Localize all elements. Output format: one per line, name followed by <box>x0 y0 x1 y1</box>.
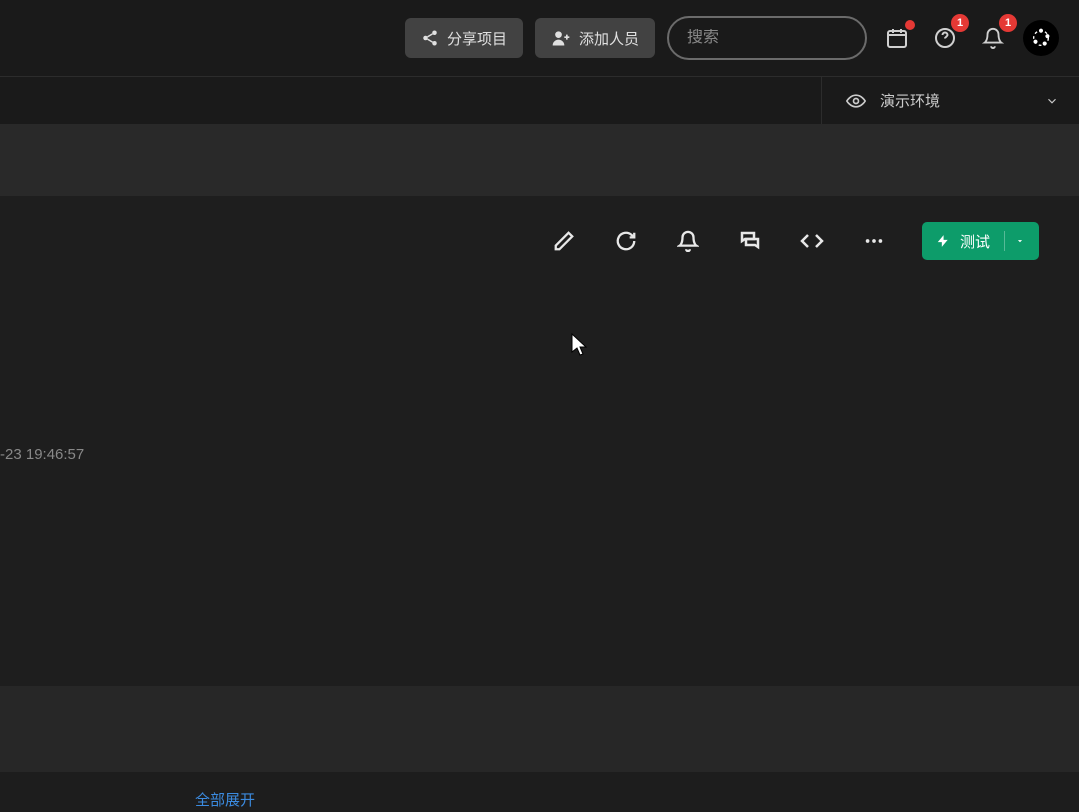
app-logo[interactable] <box>1023 20 1059 56</box>
more-icon <box>863 230 885 252</box>
more-button[interactable] <box>860 227 888 255</box>
test-label: 测试 <box>960 231 990 252</box>
refresh-icon <box>615 230 637 252</box>
comments-button[interactable] <box>736 227 764 255</box>
action-toolbar: 测试 <box>0 196 1079 286</box>
caret-down-icon <box>1015 236 1025 246</box>
notifications-badge: 1 <box>999 14 1017 32</box>
search-input[interactable] <box>687 29 847 47</box>
calendar-badge <box>905 20 915 30</box>
lower-panel <box>0 686 1079 772</box>
share-label: 分享项目 <box>447 28 507 49</box>
top-bar: 分享项目 添加人员 1 1 <box>0 0 1079 76</box>
bell-outline-icon <box>677 230 699 252</box>
logo-icon <box>1030 27 1052 49</box>
refresh-button[interactable] <box>612 227 640 255</box>
chevron-down-icon <box>1045 94 1059 108</box>
bell-icon <box>982 27 1004 49</box>
help-button[interactable]: 1 <box>927 20 963 56</box>
share-icon <box>421 29 439 47</box>
alert-button[interactable] <box>674 227 702 255</box>
edit-button[interactable] <box>550 227 578 255</box>
spacer-section <box>0 124 1079 196</box>
expand-all-link[interactable]: 全部展开 <box>195 789 255 810</box>
environment-label: 演示环境 <box>880 90 940 111</box>
search-input-container[interactable] <box>667 16 867 60</box>
help-badge: 1 <box>951 14 969 32</box>
pencil-icon <box>553 230 575 252</box>
comments-icon <box>738 229 762 253</box>
notifications-button[interactable]: 1 <box>975 20 1011 56</box>
content-area: -23 19:46:57 <box>0 286 1079 486</box>
add-person-button[interactable]: 添加人员 <box>535 18 655 58</box>
add-person-icon <box>551 28 571 48</box>
bottom-bar: 全部展开 <box>0 772 1079 812</box>
share-project-button[interactable]: 分享项目 <box>405 18 523 58</box>
eye-icon <box>846 91 866 111</box>
calendar-button[interactable] <box>879 20 915 56</box>
calendar-icon <box>885 26 909 50</box>
add-person-label: 添加人员 <box>579 28 639 49</box>
environment-dropdown[interactable]: 演示环境 <box>821 77 1079 124</box>
code-icon <box>800 229 824 253</box>
button-divider <box>1004 231 1005 251</box>
code-button[interactable] <box>798 227 826 255</box>
timestamp-text: -23 19:46:57 <box>0 446 84 463</box>
lightning-icon <box>936 234 950 248</box>
environment-bar: 演示环境 <box>0 76 1079 124</box>
test-button[interactable]: 测试 <box>922 222 1039 260</box>
